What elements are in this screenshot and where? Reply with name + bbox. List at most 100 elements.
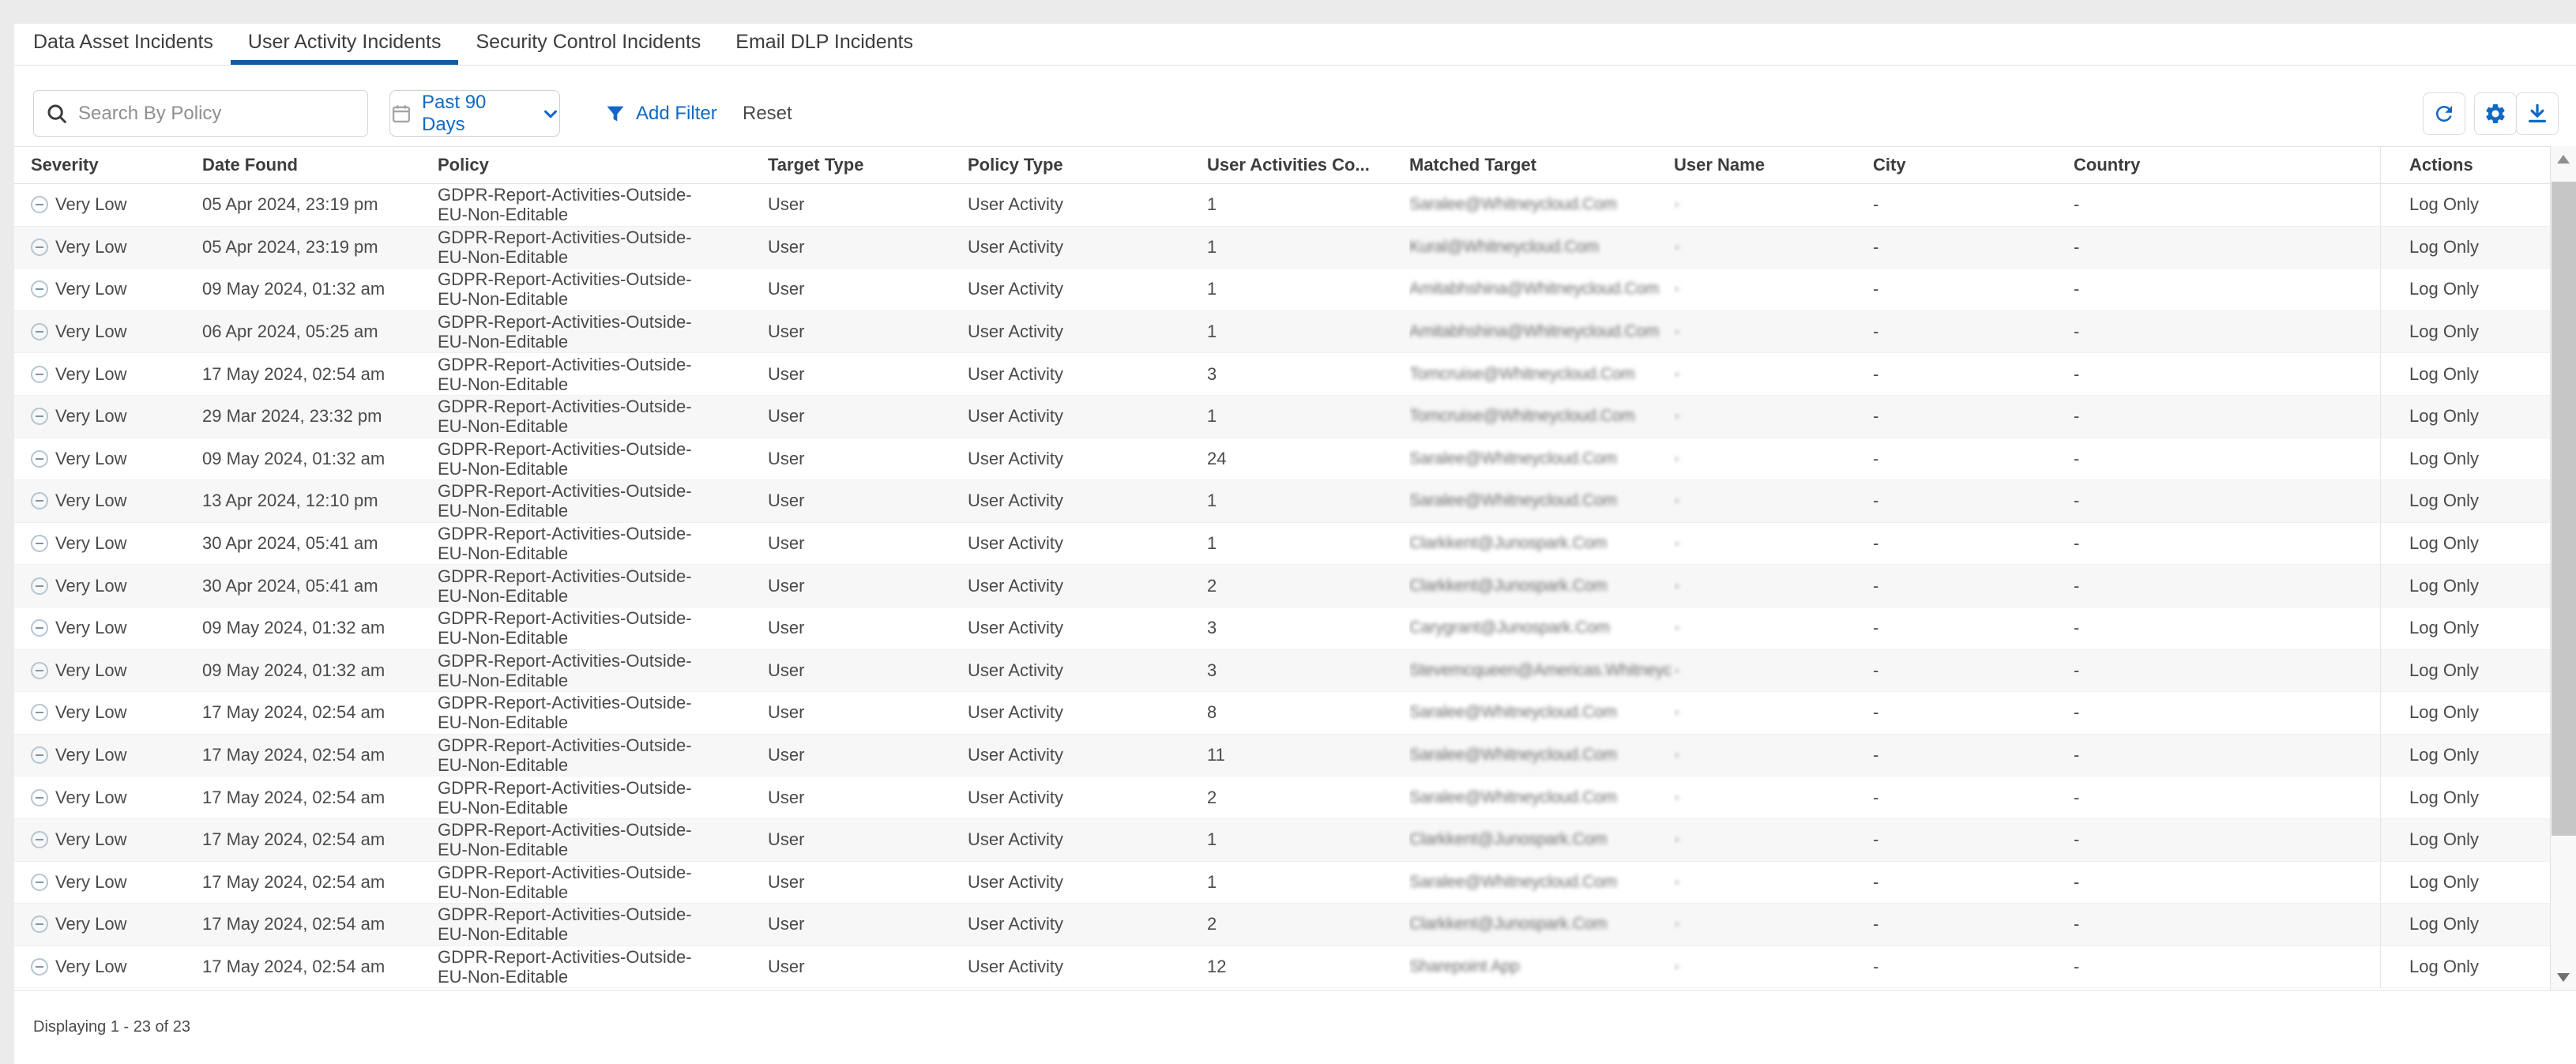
city-cell: - [1873, 692, 2074, 734]
table-row[interactable]: Very Low 17 May 2024, 02:54 am GDPR-Repo… [14, 904, 2576, 946]
date-found-cell: 17 May 2024, 02:54 am [202, 692, 438, 734]
policy-type-cell: User Activity [968, 819, 1201, 861]
action-cell: Log Only [2380, 438, 2550, 480]
search-box[interactable] [33, 90, 368, 137]
policy-type-cell: User Activity [968, 776, 1201, 818]
refresh-icon [2432, 102, 2456, 126]
tab-bar: Data Asset Incidents User Activity Incid… [14, 24, 2576, 66]
column-header-policy[interactable]: Policy [438, 147, 768, 183]
date-found-cell: 17 May 2024, 02:54 am [202, 819, 438, 861]
table-row[interactable]: Very Low 13 Apr 2024, 12:10 pm GDPR-Repo… [14, 480, 2576, 523]
reset-button[interactable]: Reset [743, 90, 792, 137]
table-row[interactable]: Very Low 09 May 2024, 01:32 am GDPR-Repo… [14, 650, 2576, 693]
vertical-scrollbar[interactable] [2550, 146, 2576, 990]
severity-label: Very Low [55, 576, 127, 596]
date-found-cell: 17 May 2024, 02:54 am [202, 946, 438, 988]
table-row[interactable]: Very Low 17 May 2024, 02:54 am GDPR-Repo… [14, 776, 2576, 819]
action-cell: Log Only [2380, 650, 2550, 692]
table-row[interactable]: Very Low 17 May 2024, 02:54 am GDPR-Repo… [14, 353, 2576, 396]
country-cell: - [2074, 650, 2380, 692]
policy-cell: GDPR-Report-Activities-Outside-EU-Non-Ed… [438, 227, 710, 267]
action-cell: Log Only [2380, 819, 2550, 861]
column-header-country[interactable]: Country [2074, 147, 2380, 183]
table-row[interactable]: Very Low 09 May 2024, 01:32 am GDPR-Repo… [14, 269, 2576, 311]
table-row[interactable]: Very Low 09 May 2024, 01:32 am GDPR-Repo… [14, 438, 2576, 481]
refresh-button[interactable] [2423, 92, 2465, 135]
severity-label: Very Low [55, 788, 127, 808]
download-button[interactable] [2516, 92, 2559, 135]
action-cell: Log Only [2380, 227, 2550, 269]
filter-funnel-icon [604, 103, 626, 125]
tab-security-control-incidents[interactable]: Security Control Incidents [458, 24, 718, 65]
action-cell: Log Only [2380, 735, 2550, 776]
date-found-cell: 29 Mar 2024, 23:32 pm [202, 396, 438, 438]
tab-email-dlp-incidents[interactable]: Email DLP Incidents [718, 24, 931, 65]
column-header-user-activities[interactable]: User Activities Co... [1201, 147, 1409, 183]
column-header-severity[interactable]: Severity [14, 147, 202, 183]
activities-count-cell: 1 [1201, 269, 1409, 310]
severity-very-low-icon [31, 323, 48, 340]
tab-data-asset-incidents[interactable]: Data Asset Incidents [16, 24, 231, 65]
table-row[interactable]: Very Low 30 Apr 2024, 05:41 am GDPR-Repo… [14, 523, 2576, 566]
date-range-dropdown[interactable]: Past 90 Days [389, 90, 560, 137]
table-action-buttons [2423, 90, 2559, 137]
severity-very-low-icon [31, 196, 48, 213]
policy-type-cell: User Activity [968, 607, 1201, 649]
target-type-cell: User [768, 438, 968, 480]
table-row[interactable]: Very Low 30 Apr 2024, 05:41 am GDPR-Repo… [14, 565, 2576, 607]
date-found-cell: 17 May 2024, 02:54 am [202, 735, 438, 776]
policy-type-cell: User Activity [968, 184, 1201, 226]
city-cell: - [1873, 269, 2074, 310]
user-name-cell: - [1674, 703, 1679, 722]
table-row[interactable]: Very Low 17 May 2024, 02:54 am GDPR-Repo… [14, 946, 2576, 989]
target-type-cell: User [768, 650, 968, 692]
city-cell: - [1873, 227, 2074, 269]
column-header-date-found[interactable]: Date Found [202, 147, 438, 183]
column-header-policy-type[interactable]: Policy Type [968, 147, 1201, 183]
table-row[interactable]: Very Low 17 May 2024, 02:54 am GDPR-Repo… [14, 862, 2576, 904]
column-header-city[interactable]: City [1873, 147, 2074, 183]
severity-label: Very Low [55, 533, 127, 554]
user-name-cell: - [1674, 322, 1679, 341]
target-type-cell: User [768, 607, 968, 649]
policy-cell: GDPR-Report-Activities-Outside-EU-Non-Ed… [438, 566, 710, 606]
policy-cell: GDPR-Report-Activities-Outside-EU-Non-Ed… [438, 947, 710, 987]
tab-user-activity-incidents[interactable]: User Activity Incidents [231, 24, 459, 65]
scroll-up-arrow-icon [2557, 155, 2570, 164]
table-row[interactable]: Very Low 17 May 2024, 02:54 am GDPR-Repo… [14, 692, 2576, 735]
severity-very-low-icon [31, 535, 48, 552]
user-name-cell: - [1674, 280, 1679, 299]
table-row[interactable]: Very Low 09 May 2024, 01:32 am GDPR-Repo… [14, 607, 2576, 650]
search-icon [45, 102, 69, 126]
table-row[interactable]: Very Low 17 May 2024, 02:54 am GDPR-Repo… [14, 819, 2576, 862]
policy-cell: GDPR-Report-Activities-Outside-EU-Non-Ed… [438, 651, 710, 690]
scroll-down-button[interactable] [2551, 964, 2576, 990]
policy-cell: GDPR-Report-Activities-Outside-EU-Non-Ed… [438, 312, 710, 352]
table-row[interactable]: Very Low 17 May 2024, 02:54 am GDPR-Repo… [14, 735, 2576, 777]
severity-label: Very Low [55, 364, 127, 385]
settings-button[interactable] [2474, 92, 2517, 135]
country-cell: - [2074, 862, 2380, 904]
activities-count-cell: 12 [1201, 946, 1409, 988]
column-header-user-name[interactable]: User Name [1674, 147, 1873, 183]
target-type-cell: User [768, 819, 968, 861]
target-type-cell: User [768, 353, 968, 395]
column-header-target-type[interactable]: Target Type [768, 147, 968, 183]
scrollbar-thumb[interactable] [2552, 182, 2576, 836]
table-row[interactable]: Very Low 05 Apr 2024, 23:19 pm GDPR-Repo… [14, 184, 2576, 227]
table-row[interactable]: Very Low 06 Apr 2024, 05:25 am GDPR-Repo… [14, 311, 2576, 354]
target-type-cell: User [768, 946, 968, 988]
severity-label: Very Low [55, 406, 127, 427]
activities-count-cell: 1 [1201, 311, 1409, 353]
table-row[interactable]: Very Low 05 Apr 2024, 23:19 pm GDPR-Repo… [14, 227, 2576, 269]
search-input[interactable] [78, 103, 356, 125]
target-type-cell: User [768, 862, 968, 904]
column-header-matched-target[interactable]: Matched Target [1409, 147, 1674, 183]
add-filter-button[interactable]: Add Filter [604, 90, 717, 137]
scroll-up-button[interactable] [2551, 146, 2576, 171]
table-row[interactable]: Very Low 29 Mar 2024, 23:32 pm GDPR-Repo… [14, 396, 2576, 438]
action-cell: Log Only [2380, 480, 2550, 522]
column-header-actions[interactable]: Actions [2380, 147, 2550, 183]
activities-count-cell: 1 [1201, 523, 1409, 565]
severity-very-low-icon [31, 704, 48, 721]
